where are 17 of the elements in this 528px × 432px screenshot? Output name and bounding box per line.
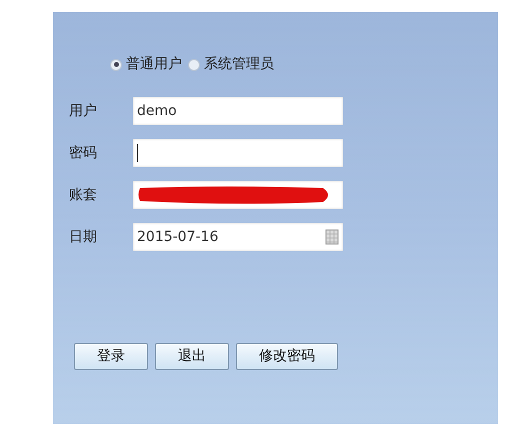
date-field[interactable]: 2015-07-16 [133, 223, 343, 251]
action-button[interactable]: 退出 [155, 343, 229, 370]
field-label: 用户 [69, 102, 98, 120]
field-label: 账套 [69, 186, 98, 204]
action-button[interactable]: 修改密码 [236, 343, 338, 370]
radio-label: 系统管理员 [204, 55, 274, 74]
input-field[interactable] [133, 181, 343, 209]
text-cursor [137, 144, 138, 162]
action-button[interactable]: 登录 [74, 343, 148, 370]
input-field[interactable]: demo [133, 97, 343, 125]
calendar-icon [325, 229, 339, 245]
password-field[interactable] [133, 139, 343, 167]
radio-label: 普通用户 [126, 55, 182, 74]
radio-button[interactable] [110, 58, 122, 70]
field-label: 密码 [69, 144, 98, 162]
field-label: 日期 [69, 228, 98, 246]
radio-button[interactable] [188, 58, 200, 70]
